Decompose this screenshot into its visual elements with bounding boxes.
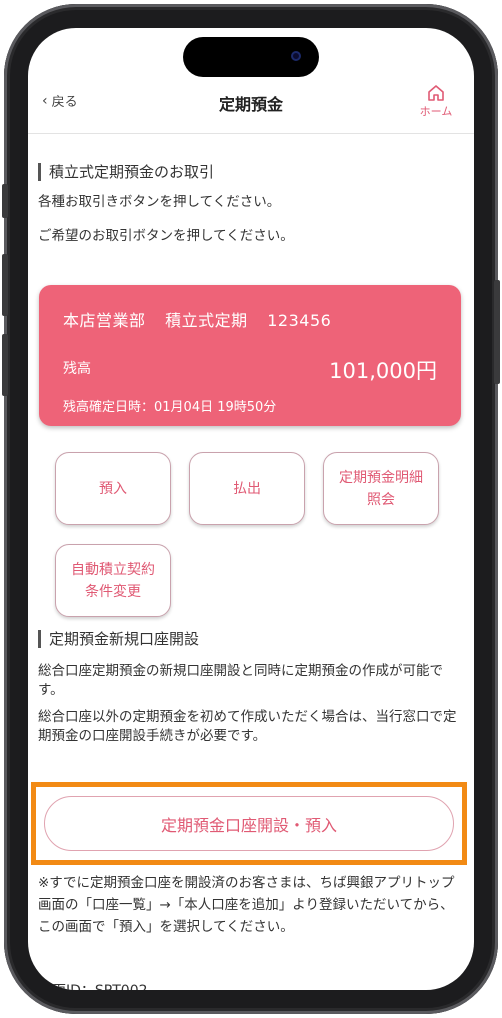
balance-label: 残高 <box>63 361 91 377</box>
power-button <box>494 280 500 384</box>
volume-up-button <box>2 254 8 316</box>
auto-savings-change-button[interactable]: 自動積立契約 条件変更 <box>55 544 171 617</box>
home-label: ホーム <box>419 105 453 118</box>
home-button[interactable]: ホーム <box>414 84 458 119</box>
balance-value: 101,000円 <box>329 359 437 383</box>
statement-inquiry-button[interactable]: 定期預金明細 照会 <box>323 452 439 525</box>
auto-savings-label-2: 条件変更 <box>85 583 141 600</box>
statement-inquiry-label-1: 定期預金明細 <box>339 469 423 486</box>
new-account-description-2: 総合口座以外の定期預金を初めて作成いただく場合は、当行窓口で定期預金の口座開設手… <box>38 709 457 744</box>
home-icon <box>428 85 444 101</box>
balance-date: 残高確定日時：01月04日 19時50分 <box>63 400 277 415</box>
volume-down-button <box>2 334 8 396</box>
camera-icon <box>291 51 301 61</box>
new-account-description-1: 総合口座定期預金の新規口座開設と同時に定期預金の作成が可能です。 <box>38 663 443 698</box>
deposit-label: 預入 <box>99 480 127 497</box>
section-heading-transactions: 積立式定期預金のお取引 <box>38 163 214 181</box>
withdraw-button[interactable]: 払出 <box>189 452 305 525</box>
highlight-frame: 定期預金口座開設・預入 <box>31 782 467 865</box>
account-number: 123456 <box>267 311 332 330</box>
app-screen: ‹ 戻る 定期預金 ホーム 積立式定期預金のお取引 各種お取引きボタンを押してく… <box>28 28 474 990</box>
instruction-text-1: 各種お取引きボタンを押してください。 <box>38 194 281 210</box>
account-card: 本店営業部 積立式定期 123456 残高 101,000円 残高確定日時：01… <box>39 285 461 426</box>
mute-switch <box>2 184 8 218</box>
open-account-deposit-button[interactable]: 定期預金口座開設・預入 <box>44 796 454 851</box>
screen-id: 画面ID：SPT002 <box>38 980 148 990</box>
section-heading-new-account: 定期預金新規口座開設 <box>38 630 199 648</box>
page-title: 定期預金 <box>218 95 283 114</box>
account-info: 本店営業部 積立式定期 123456 <box>63 307 345 331</box>
statement-inquiry-label-2: 照会 <box>367 491 395 508</box>
dynamic-island <box>183 37 319 77</box>
auto-savings-label-1: 自動積立契約 <box>71 561 155 578</box>
account-type: 積立式定期 <box>165 311 248 330</box>
open-account-deposit-label: 定期預金口座開設・預入 <box>160 815 337 835</box>
account-branch: 本店営業部 <box>63 311 146 330</box>
existing-account-note: ※すでに定期預金口座を開設済のお客さまは、ちば興銀アプリトップ画面の「口座一覧」… <box>38 875 455 935</box>
withdraw-label: 払出 <box>233 480 261 497</box>
instruction-text-2: ご希望のお取引ボタンを押してください。 <box>38 228 294 244</box>
deposit-button[interactable]: 預入 <box>55 452 171 525</box>
